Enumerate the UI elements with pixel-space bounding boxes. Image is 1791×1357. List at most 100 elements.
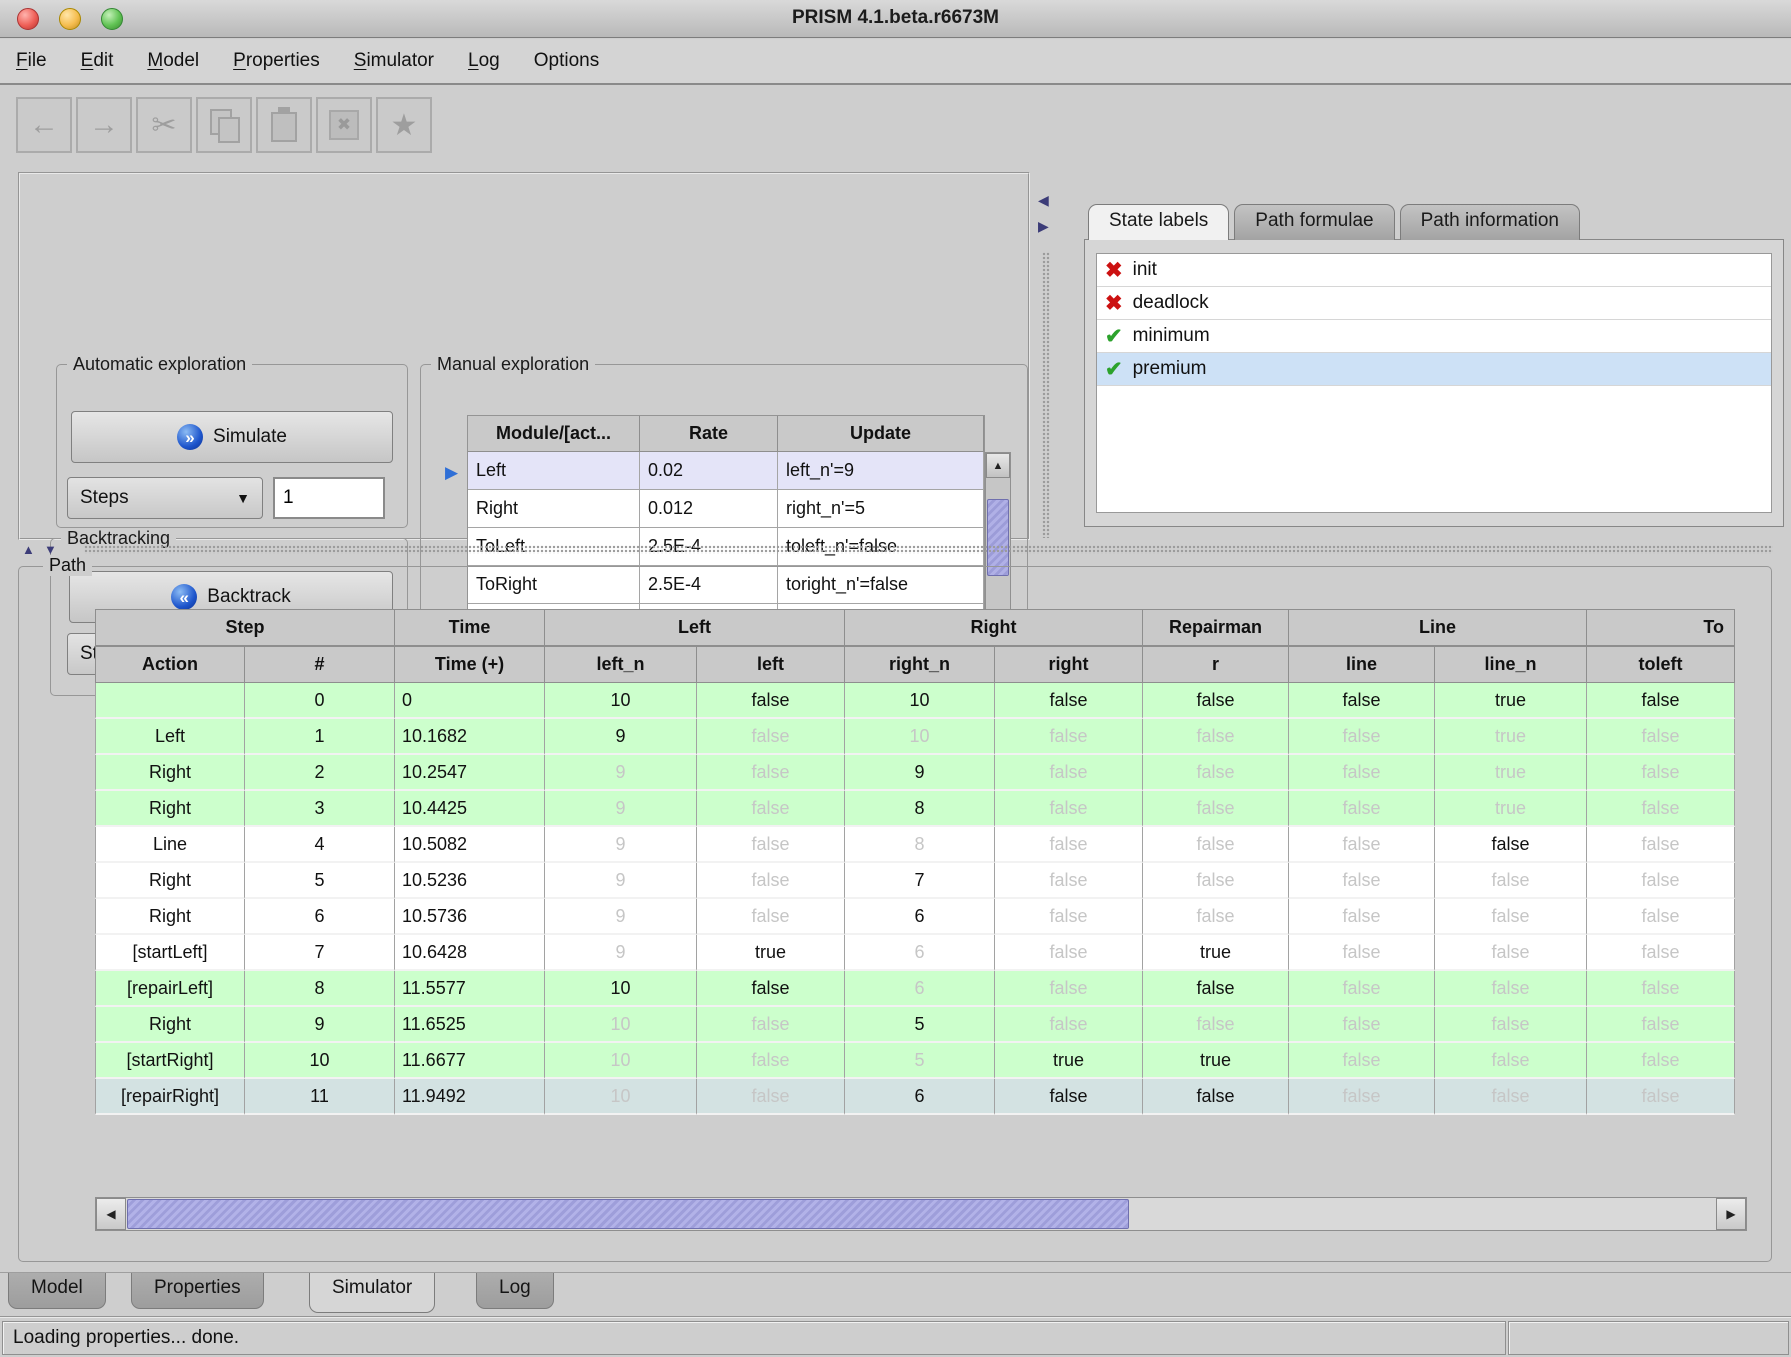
path-cell[interactable]: false	[1435, 863, 1587, 899]
path-cell[interactable]: false	[1143, 971, 1289, 1007]
path-cell[interactable]: false	[1143, 827, 1289, 863]
tab-properties[interactable]: Properties	[131, 1273, 264, 1309]
path-group-header[interactable]: Right	[845, 609, 1143, 646]
path-cell[interactable]: 10	[545, 1007, 697, 1043]
path-cell[interactable]: 0	[245, 683, 395, 719]
scroll-left-icon[interactable]: ◀	[96, 1198, 126, 1230]
path-cell[interactable]: Left	[95, 719, 245, 755]
path-cell[interactable]: 10.6428	[395, 935, 545, 971]
path-cell[interactable]: 10	[845, 683, 995, 719]
path-cell[interactable]: false	[1143, 1079, 1289, 1115]
undo-arrow-button[interactable]: ←	[16, 97, 72, 153]
path-cell[interactable]: 11.6525	[395, 1007, 545, 1043]
path-cell[interactable]	[95, 683, 245, 719]
path-cell[interactable]: 10.2547	[395, 755, 545, 791]
path-column-header[interactable]: right	[995, 646, 1143, 683]
path-cell[interactable]: 6	[845, 1079, 995, 1115]
splitter-grip[interactable]	[84, 545, 1773, 554]
path-cell[interactable]: 4	[245, 827, 395, 863]
path-cell[interactable]: Right	[95, 755, 245, 791]
path-group-header[interactable]: Time	[395, 609, 545, 646]
tab-path-information[interactable]: Path information	[1400, 204, 1580, 240]
path-cell[interactable]: 8	[245, 971, 395, 1007]
path-cell[interactable]: 10	[545, 1043, 697, 1079]
path-row[interactable]: 0010false10falsefalsefalsetruefalse	[95, 683, 1735, 719]
path-cell[interactable]: 9	[545, 827, 697, 863]
path-cell[interactable]: 10.5082	[395, 827, 545, 863]
path-cell[interactable]: 9	[545, 791, 697, 827]
path-cell[interactable]: 3	[245, 791, 395, 827]
copy-button[interactable]	[196, 97, 252, 153]
path-cell[interactable]: false	[1435, 971, 1587, 1007]
path-cell[interactable]: false	[1289, 935, 1435, 971]
scroll-up-icon[interactable]: ▲	[986, 453, 1010, 478]
path-cell[interactable]: 10	[245, 1043, 395, 1079]
path-cell[interactable]: 11.6677	[395, 1043, 545, 1079]
path-cell[interactable]: false	[697, 971, 845, 1007]
manual-cell-rate[interactable]: 0.012	[640, 490, 778, 528]
path-cell[interactable]: 11.5577	[395, 971, 545, 1007]
manual-cell-rate[interactable]: 0.02	[640, 452, 778, 490]
path-cell[interactable]: false	[1435, 1043, 1587, 1079]
path-cell[interactable]: 1	[245, 719, 395, 755]
path-cell[interactable]: 10	[545, 971, 697, 1007]
collapse-up-icon[interactable]: ▲	[22, 542, 35, 557]
path-cell[interactable]: 9	[545, 899, 697, 935]
menu-properties[interactable]: Properties	[233, 50, 320, 72]
path-cell[interactable]: true	[1143, 1043, 1289, 1079]
path-cell[interactable]: 7	[245, 935, 395, 971]
path-cell[interactable]: false	[1143, 791, 1289, 827]
path-cell[interactable]: 8	[845, 791, 995, 827]
path-cell[interactable]: [startLeft]	[95, 935, 245, 971]
path-cell[interactable]: false	[995, 683, 1143, 719]
menu-simulator[interactable]: Simulator	[354, 50, 434, 72]
path-cell[interactable]: Right	[95, 899, 245, 935]
path-cell[interactable]: false	[697, 755, 845, 791]
path-row[interactable]: [startLeft]710.64289true6falsetruefalsef…	[95, 935, 1735, 971]
manual-table-row[interactable]: Left0.02left_n'=9	[468, 452, 984, 490]
path-row[interactable]: Right310.44259false8falsefalsefalsetruef…	[95, 791, 1735, 827]
manual-cell-update[interactable]: right_n'=5	[778, 490, 984, 528]
path-cell[interactable]: false	[1587, 1043, 1735, 1079]
path-cell[interactable]: false	[1143, 719, 1289, 755]
vertical-splitter[interactable]: ◀ ▶	[1036, 182, 1056, 538]
path-cell[interactable]: false	[1587, 899, 1735, 935]
path-column-header[interactable]: left	[697, 646, 845, 683]
path-cell[interactable]: false	[1289, 791, 1435, 827]
path-column-header[interactable]: line	[1289, 646, 1435, 683]
path-column-header[interactable]: line_n	[1435, 646, 1587, 683]
path-cell[interactable]: 10	[545, 1079, 697, 1115]
state-label-item[interactable]: ✖init	[1097, 254, 1771, 287]
manual-cell-update[interactable]: left_n'=9	[778, 452, 984, 490]
path-group-header[interactable]: To	[1587, 609, 1735, 646]
path-cell[interactable]: false	[1289, 827, 1435, 863]
path-cell[interactable]: false	[995, 1007, 1143, 1043]
path-cell[interactable]: true	[697, 935, 845, 971]
path-cell[interactable]: false	[1143, 1007, 1289, 1043]
path-cell[interactable]: false	[1289, 683, 1435, 719]
path-cell[interactable]: false	[1289, 755, 1435, 791]
path-cell[interactable]: 9	[845, 755, 995, 791]
path-cell[interactable]: 10	[545, 683, 697, 719]
simulate-button[interactable]: » Simulate	[71, 411, 393, 463]
path-row[interactable]: Right510.52369false7falsefalsefalsefalse…	[95, 863, 1735, 899]
path-cell[interactable]: 6	[845, 971, 995, 1007]
manual-cell-module[interactable]: Right	[468, 490, 640, 528]
path-cell[interactable]: 9	[245, 1007, 395, 1043]
path-row[interactable]: Right210.25479false9falsefalsefalsetruef…	[95, 755, 1735, 791]
path-cell[interactable]: false	[995, 899, 1143, 935]
path-cell[interactable]: false	[1435, 1007, 1587, 1043]
path-cell[interactable]: false	[1143, 683, 1289, 719]
path-cell[interactable]: false	[1435, 899, 1587, 935]
path-cell[interactable]: false	[1435, 827, 1587, 863]
path-cell[interactable]: [repairRight]	[95, 1079, 245, 1115]
path-cell[interactable]: 8	[845, 827, 995, 863]
path-cell[interactable]: 11	[245, 1079, 395, 1115]
path-cell[interactable]: 9	[545, 935, 697, 971]
path-cell[interactable]: false	[697, 1007, 845, 1043]
path-cell[interactable]: true	[1435, 791, 1587, 827]
path-row[interactable]: [startRight]1011.667710false5truetruefal…	[95, 1043, 1735, 1079]
path-cell[interactable]: true	[1435, 755, 1587, 791]
path-cell[interactable]: false	[995, 755, 1143, 791]
manual-column-header[interactable]: Update	[778, 416, 984, 452]
